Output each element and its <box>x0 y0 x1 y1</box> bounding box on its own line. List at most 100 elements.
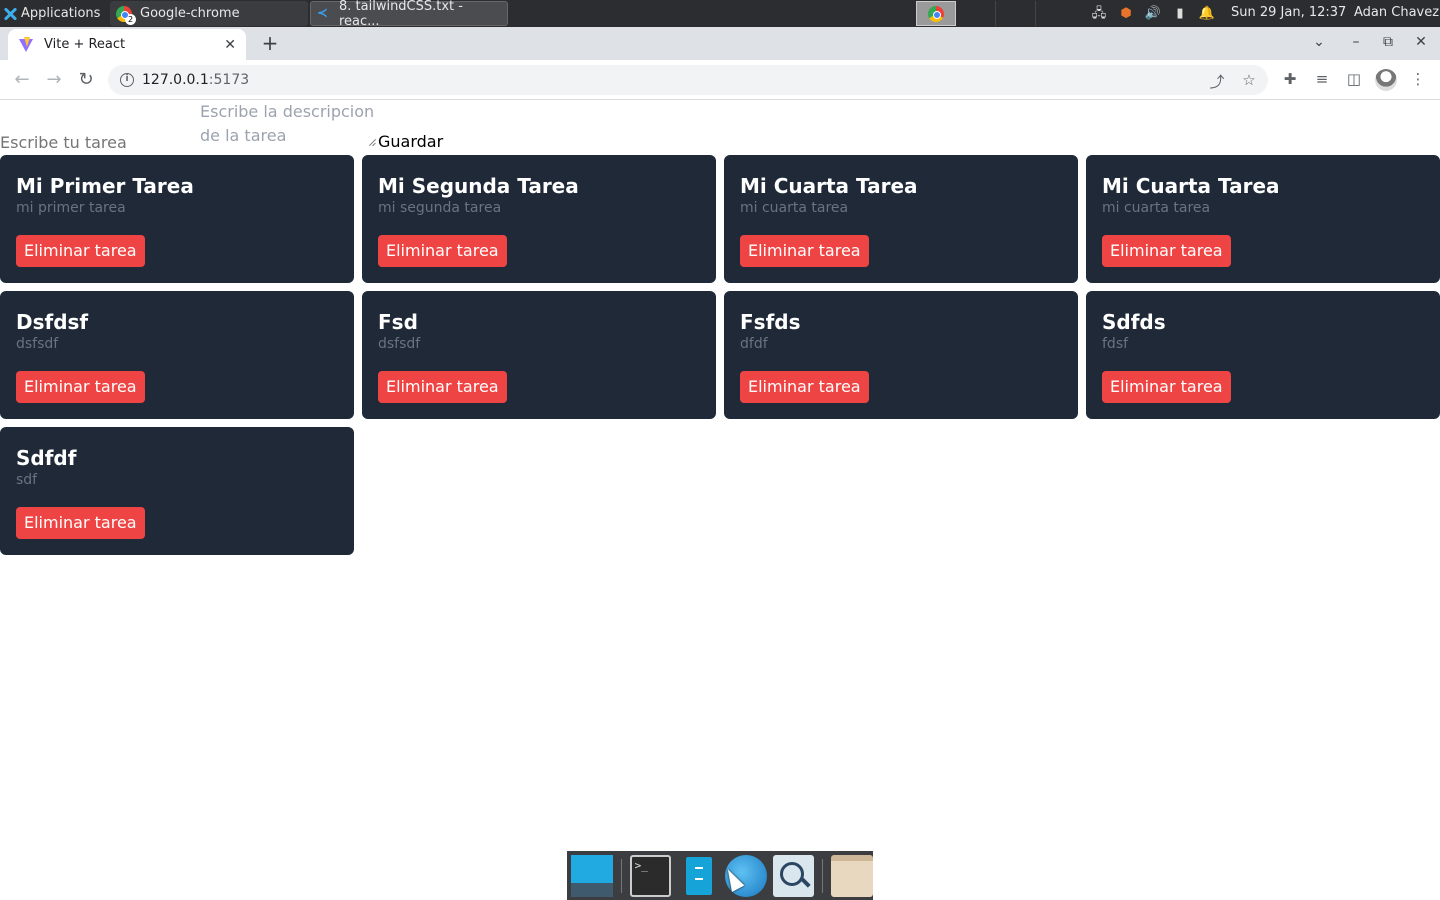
chrome-menu-icon[interactable]: ⋮ <box>1408 70 1428 88</box>
taskbar-chrome-label: Google-chrome <box>140 6 240 21</box>
task-form: Escribe la descripcion de la tarea Guard… <box>0 100 460 154</box>
delete-task-button[interactable]: Eliminar tarea <box>740 235 869 267</box>
delete-task-button[interactable]: Eliminar tarea <box>16 371 145 403</box>
task-card-title: Dsfdsf <box>16 310 89 334</box>
applications-label: Applications <box>21 6 101 21</box>
notification-bell-icon[interactable]: 🔔 <box>1198 5 1216 23</box>
delete-task-button[interactable]: Eliminar tarea <box>16 235 145 267</box>
delete-task-button[interactable]: Eliminar tarea <box>740 371 869 403</box>
system-panel: Applications 2 Google-chrome ≺ 8. tailwi… <box>0 0 1440 29</box>
back-icon[interactable]: ← <box>10 68 34 92</box>
restore-icon[interactable]: ⧉ <box>1378 34 1398 50</box>
media-queue-icon[interactable]: ≡ <box>1312 70 1332 88</box>
window-close-icon[interactable]: ✕ <box>1411 34 1431 50</box>
applications-menu[interactable]: Applications <box>0 0 110 27</box>
network-icon[interactable]: 🖧 <box>1090 5 1108 23</box>
tab-vite-react[interactable]: Vite + React ✕ <box>8 29 246 60</box>
task-card-description: mi segunda tarea <box>378 200 502 216</box>
delete-task-button[interactable]: Eliminar tarea <box>378 235 507 267</box>
task-card-title: Sdfdf <box>16 446 77 470</box>
task-card-description: dsfsdf <box>378 336 421 352</box>
window-count-badge: 2 <box>125 13 136 25</box>
task-description-textarea[interactable]: Escribe la descripcion de la tarea <box>200 100 376 150</box>
task-card-title: Mi Segunda Tarea <box>378 174 579 198</box>
taskbar-vscode-label: 8. tailwindCSS.txt - reac... <box>339 0 463 29</box>
task-card-title: Sdfds <box>1102 310 1166 334</box>
task-card: Fsfds dfdf Eliminar tarea <box>724 291 1078 419</box>
share-icon[interactable]: ⤴ <box>1208 71 1226 92</box>
tab-strip: Vite + React ✕ + ⌄ – ⧉ ✕ <box>0 27 1440 60</box>
task-card-title: Mi Cuarta Tarea <box>1102 174 1280 198</box>
tab-title: Vite + React <box>44 37 126 52</box>
url-port: :5173 <box>208 72 250 88</box>
delete-task-button[interactable]: Eliminar tarea <box>378 371 507 403</box>
task-card-description: mi primer tarea <box>16 200 126 216</box>
extensions-puzzle-icon[interactable]: ✚ <box>1280 70 1300 88</box>
terminal-icon[interactable]: >_ <box>629 854 672 897</box>
task-title-input[interactable] <box>0 131 198 153</box>
system-tray: 🖧 ⬢ 🔊 ▮ 🔔 <box>1090 0 1216 27</box>
task-card-title: Mi Primer Tarea <box>16 174 194 198</box>
site-info-icon[interactable]: i <box>120 73 134 87</box>
tab-close-icon[interactable]: ✕ <box>224 37 236 53</box>
task-card: Sdfds fdsf Eliminar tarea <box>1086 291 1440 419</box>
task-card: Mi Primer Tarea mi primer tarea Eliminar t… <box>0 155 354 283</box>
delete-task-button[interactable]: Eliminar tarea <box>1102 371 1231 403</box>
address-bar[interactable]: i 127.0.0.1:5173 ⤴ ☆ <box>108 65 1268 95</box>
new-tab-button[interactable]: + <box>258 32 282 56</box>
xfce-logo-icon <box>3 7 17 21</box>
page-content: Escribe la descripcion de la tarea Guard… <box>0 100 1440 850</box>
reload-icon[interactable]: ↻ <box>74 68 98 92</box>
user-name[interactable]: Adan Chavez <box>1354 5 1439 20</box>
dock: >_ <box>567 851 873 900</box>
tab-search-icon[interactable]: ⌄ <box>1309 34 1329 50</box>
volume-icon[interactable]: 🔊 <box>1144 5 1162 23</box>
show-desktop-icon[interactable] <box>571 854 613 897</box>
file-manager-icon[interactable] <box>677 855 719 897</box>
task-card: Mi Segunda Tarea mi segunda tarea Eliminar… <box>362 155 716 283</box>
side-panel-icon[interactable]: ◫ <box>1344 70 1364 88</box>
task-card-description: sdf <box>16 472 38 488</box>
url-host: 127.0.0.1 <box>142 72 209 88</box>
task-list: Mi Primer Tarea mi primer tarea Eliminar t… <box>0 155 1440 555</box>
textarea-resize-grip[interactable] <box>368 138 376 146</box>
taskbar-vscode[interactable]: ≺ 8. tailwindCSS.txt - reac... <box>310 0 508 29</box>
task-card: Sdfdf sdf Eliminar tarea <box>0 427 354 555</box>
task-card-description: mi cuarta tarea <box>1102 200 1211 216</box>
bookmark-star-icon[interactable]: ☆ <box>1240 71 1258 89</box>
delete-task-button[interactable]: Eliminar tarea <box>16 507 145 539</box>
task-card: Fsd dsfsdf Eliminar tarea <box>362 291 716 419</box>
shield-icon[interactable]: ⬢ <box>1117 5 1135 23</box>
taskbar-chrome[interactable]: 2 Google-chrome <box>110 1 308 26</box>
workspace-3[interactable] <box>996 1 1036 26</box>
dock-separator <box>620 858 622 893</box>
task-card-title: Mi Cuarta Tarea <box>740 174 918 198</box>
vite-favicon-icon <box>18 36 34 53</box>
vscode-icon: ≺ <box>317 5 328 21</box>
forward-icon[interactable]: → <box>42 68 66 92</box>
task-card-title: Fsd <box>378 310 418 334</box>
task-card: Dsfdsf dsfsdf Eliminar tarea <box>0 291 354 419</box>
browser-toolbar: ← → ↻ i 127.0.0.1:5173 ⤴ ☆ ✚ ≡ ◫ ⋮ <box>0 60 1440 100</box>
save-button[interactable]: Guardar <box>378 132 443 151</box>
dock-separator <box>822 858 824 893</box>
workspace-switcher <box>916 1 1036 26</box>
task-card-description: dfdf <box>740 336 768 352</box>
task-card-description: fdsf <box>1102 336 1129 352</box>
battery-icon[interactable]: ▮ <box>1171 5 1189 23</box>
app-finder-icon[interactable] <box>772 854 815 897</box>
task-card-description: mi cuarta tarea <box>740 200 849 216</box>
task-card-title: Fsfds <box>740 310 801 334</box>
profile-avatar[interactable] <box>1375 69 1397 91</box>
task-card: Mi Cuarta Tarea mi cuarta tarea Eliminar t… <box>1086 155 1440 283</box>
workspace-1[interactable] <box>916 1 956 26</box>
clock[interactable]: Sun 29 Jan, 12:37 <box>1231 5 1346 20</box>
chrome-icon: 2 <box>116 5 136 25</box>
task-card: Mi Cuarta Tarea mi cuarta tarea Eliminar t… <box>724 155 1078 283</box>
minimize-icon[interactable]: – <box>1346 34 1366 50</box>
chrome-icon <box>928 5 944 22</box>
delete-task-button[interactable]: Eliminar tarea <box>1102 235 1231 267</box>
home-folder-icon[interactable] <box>831 854 873 897</box>
task-card-description: dsfsdf <box>16 336 59 352</box>
workspace-2[interactable] <box>956 1 996 26</box>
